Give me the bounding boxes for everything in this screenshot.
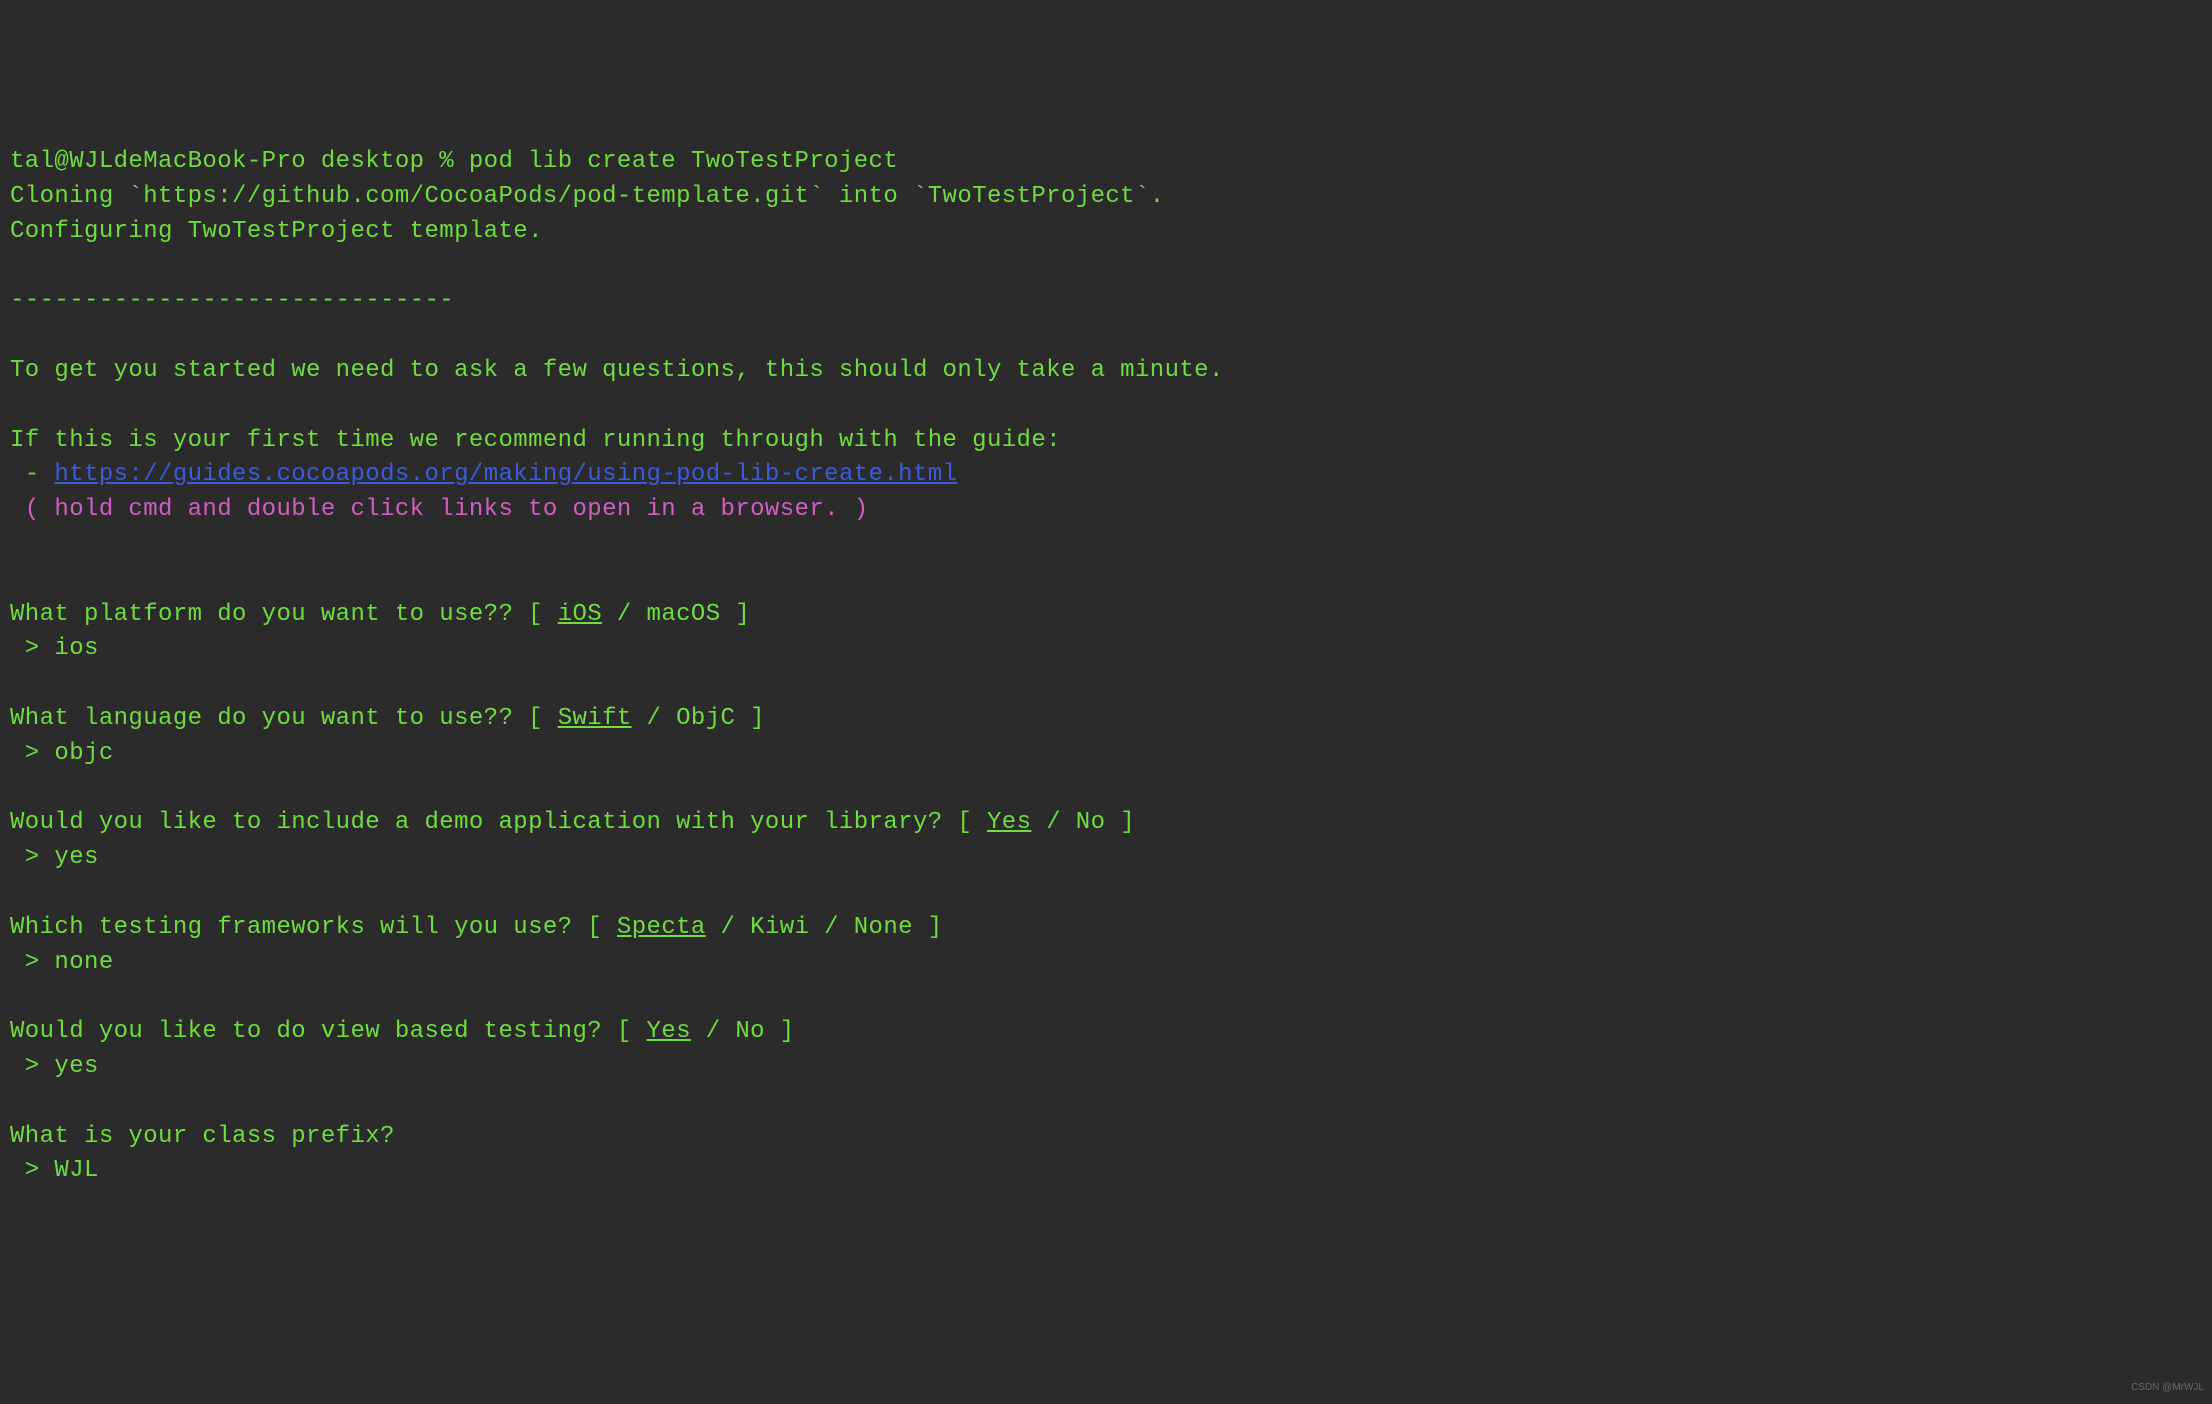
answer-class-prefix: > WJL [10, 1157, 99, 1184]
guide-bullet: - [10, 461, 54, 488]
line-cloning: Cloning `https://github.com/CocoaPods/po… [10, 183, 1165, 210]
prompt-dir: desktop % [306, 148, 469, 175]
shell-command: pod lib create TwoTestProject [469, 148, 898, 175]
terminal-output[interactable]: tal@WJLdeMacBook-Pro desktop % pod lib c… [10, 145, 2206, 1189]
question-testing: Which testing frameworks will you use? [… [10, 914, 943, 941]
answer-view-testing: > yes [10, 1053, 99, 1080]
prompt-user: tal@WJLdeMacBook-Pro [10, 148, 306, 175]
question-view-testing: Would you like to do view based testing?… [10, 1018, 795, 1045]
guide-url-link[interactable]: https://guides.cocoapods.org/making/usin… [54, 461, 957, 488]
question-language: What language do you want to use?? [ Swi… [10, 705, 765, 732]
separator-line: ------------------------------ [10, 287, 454, 314]
question-class-prefix: What is your class prefix? [10, 1123, 395, 1150]
line-configuring: Configuring TwoTestProject template. [10, 218, 543, 245]
question-platform: What platform do you want to use?? [ iOS… [10, 601, 750, 628]
question-demo: Would you like to include a demo applica… [10, 809, 1135, 836]
answer-testing: > none [10, 949, 114, 976]
cmd-hint: ( hold cmd and double click links to ope… [10, 496, 869, 523]
intro-line-1: To get you started we need to ask a few … [10, 357, 1224, 384]
answer-demo: > yes [10, 844, 99, 871]
intro-line-2: If this is your first time we recommend … [10, 427, 1061, 454]
answer-platform: > ios [10, 635, 99, 662]
watermark-text: CSDN @MrWJL [2131, 1381, 2204, 1396]
answer-language: > objc [10, 740, 114, 767]
